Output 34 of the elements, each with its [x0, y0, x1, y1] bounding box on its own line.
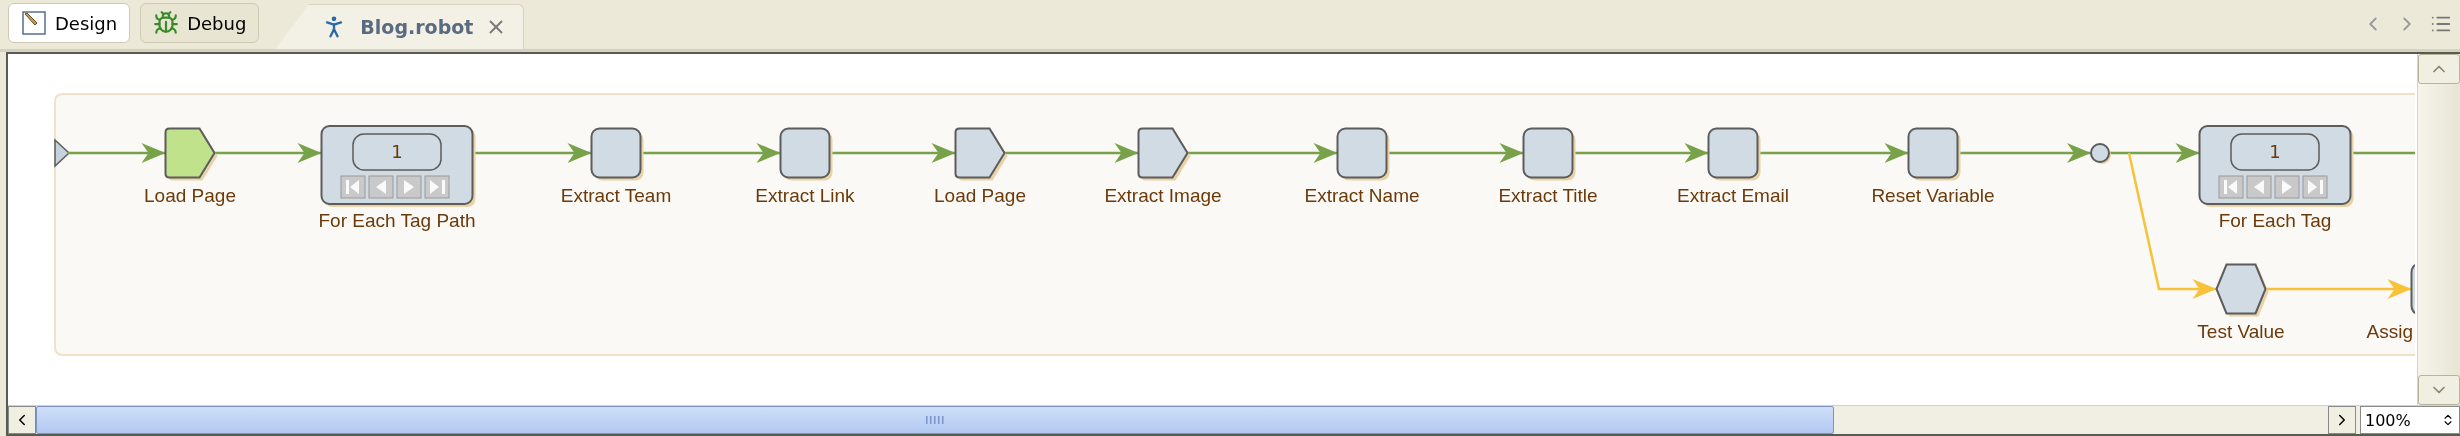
step-label: Extract Image [1104, 185, 1222, 206]
condition-step-node[interactable] [2215, 263, 2269, 317]
action-step-node[interactable] [1907, 127, 1961, 181]
step-label: Extract Email [1677, 185, 1789, 206]
action-step-node[interactable] [1336, 127, 1390, 181]
step-label: Load Page [934, 185, 1026, 206]
scrollbar-thumb[interactable] [36, 406, 1834, 434]
step-label: Load Page [144, 185, 236, 206]
editor-tab[interactable]: Blog.robot [275, 4, 525, 49]
action-step-node[interactable] [1522, 127, 1576, 181]
step-label: Extract Title [1498, 185, 1598, 206]
step-label: Extract Team [560, 185, 672, 206]
start-node [54, 138, 71, 168]
action-step-node[interactable] [779, 127, 833, 181]
step-label: Assig [2366, 321, 2413, 342]
pencil-page-icon [21, 10, 47, 36]
junction-node[interactable] [2090, 143, 2111, 164]
perspective-tab[interactable]: Design [8, 3, 131, 43]
scroll-right-button[interactable] [2328, 406, 2356, 434]
step-label: For Each Tag [2218, 210, 2332, 231]
zoom-field[interactable]: 100% [2360, 406, 2460, 434]
action-step-node[interactable] [1707, 127, 1761, 181]
step-label: Extract Link [755, 185, 855, 206]
step-label: Reset Variable [1871, 185, 1995, 206]
scroll-left-button[interactable] [8, 406, 36, 434]
tab-title: Blog.robot [360, 16, 474, 38]
step-label: Extract Name [1304, 185, 1420, 206]
perspective-tab[interactable]: Debug [140, 3, 260, 43]
bug-icon [153, 10, 180, 36]
step-label: Test Value [2197, 321, 2285, 342]
action-step-node[interactable] [590, 127, 644, 181]
iteration-counter[interactable]: 1 [352, 133, 442, 171]
step-label: For Each Tag Path [318, 210, 476, 231]
iteration-counter[interactable]: 1 [2230, 133, 2320, 171]
